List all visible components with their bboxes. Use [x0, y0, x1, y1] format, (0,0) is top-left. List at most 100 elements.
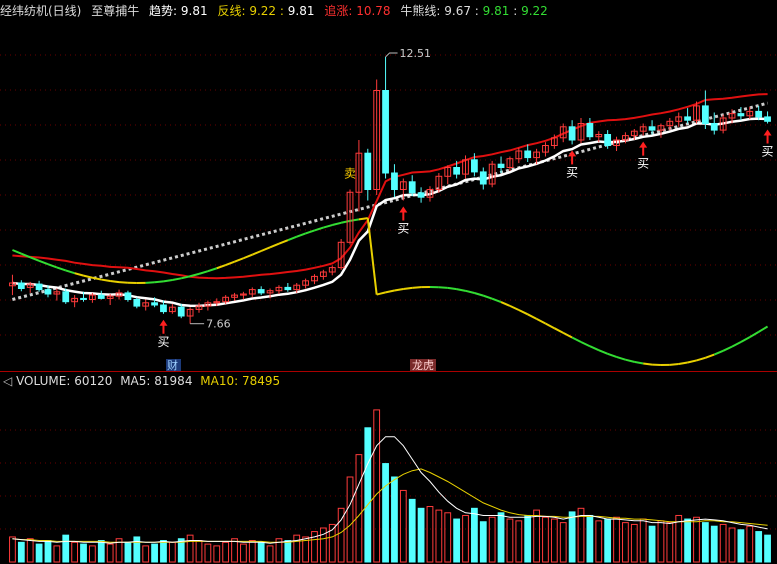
volume-bar	[204, 543, 212, 563]
volume-bar	[755, 531, 763, 563]
volume-bar	[35, 543, 43, 563]
candle-body	[284, 286, 292, 291]
volume-bar	[284, 540, 292, 563]
candle-body	[417, 192, 425, 198]
reverse-line-segment	[385, 289, 395, 294]
volume-bar	[568, 511, 576, 563]
volume-bar	[506, 518, 514, 563]
volume-bar	[142, 545, 150, 563]
reverse-line-segment	[643, 362, 653, 366]
reverse-line-segment	[607, 352, 617, 358]
buy-signal-label: 买	[157, 335, 169, 349]
reverse-line-segment	[269, 242, 280, 249]
reverse-line-segment	[278, 239, 289, 245]
reverse-line-segment	[705, 353, 715, 359]
reverse-line-segment	[296, 232, 306, 238]
candle-body	[124, 292, 132, 300]
reverse-line-segment	[589, 345, 600, 352]
reverse-line-segment	[216, 264, 226, 270]
reverse-line-segment	[758, 325, 769, 333]
candles	[9, 56, 771, 324]
reverse-line-segment	[749, 331, 760, 338]
reverse-line-segment	[518, 309, 529, 316]
volume-bar	[168, 541, 176, 563]
candle-body	[151, 302, 158, 306]
candle-body	[479, 171, 487, 185]
reverse-line-segment	[287, 235, 298, 242]
candle-body	[35, 283, 43, 291]
reverse-line-segment	[181, 275, 191, 280]
volume-bar	[9, 536, 16, 563]
volume-bar	[106, 543, 114, 563]
volume-bar	[133, 536, 141, 563]
candle-body	[701, 105, 709, 125]
reverse-line-segment	[553, 327, 564, 334]
volume-bar	[613, 516, 620, 563]
reverse-line-segment	[527, 313, 538, 320]
volume-bar	[737, 529, 745, 563]
reverse-line-segment	[536, 317, 546, 325]
buy-arrow-icon	[159, 319, 168, 334]
reverse-line-segment	[38, 259, 49, 266]
candle-body	[497, 163, 505, 168]
volume-bar	[719, 523, 727, 563]
reverse-line-segment	[358, 217, 368, 221]
volume-bar	[488, 516, 496, 563]
reverse-line-segment	[669, 362, 679, 366]
buy-signal-label: 买	[637, 157, 649, 171]
volume-bar	[462, 514, 469, 563]
volume-bar	[44, 540, 52, 563]
reverse-line-segment	[465, 289, 475, 294]
reverse-line-segment	[491, 297, 502, 304]
reverse-line-segment	[12, 249, 22, 255]
reverse-line-segment	[154, 280, 164, 284]
volume-bar	[186, 534, 194, 563]
reverse-line-segment	[598, 349, 609, 355]
volume-bar	[666, 522, 674, 563]
volume-bar	[373, 409, 381, 563]
reverse-line-segment	[571, 336, 582, 343]
reverse-line-segment	[376, 291, 386, 296]
volume-bar	[524, 514, 532, 563]
volume-bar	[604, 518, 612, 563]
volume-bar	[160, 540, 167, 563]
reverse-line-segment	[447, 286, 457, 291]
candle-body	[133, 299, 141, 307]
buy-arrow-icon	[399, 206, 408, 221]
candle-body	[391, 172, 398, 190]
volume-bar	[97, 540, 105, 563]
reverse-line-segment	[696, 356, 706, 362]
list-tag: 龙虎	[412, 359, 434, 372]
volume-bar	[746, 525, 754, 563]
buy-signal-label: 买	[397, 222, 409, 236]
reverse-line-segment	[305, 229, 315, 235]
reverse-line-segment	[323, 224, 333, 229]
reverse-line-segment	[580, 341, 591, 348]
candle-body	[648, 126, 656, 131]
volume-bar	[701, 522, 709, 563]
volume-bar	[248, 540, 256, 563]
reverse-line-segment	[56, 266, 67, 272]
candlestick-chart[interactable]: 12.517.66买买买买买卖财 龙虎	[0, 0, 777, 564]
candle-body	[80, 297, 87, 300]
reverse-line-segment	[189, 272, 200, 278]
reverse-line-segment	[145, 281, 155, 284]
reverse-line-segment	[678, 361, 688, 365]
chase-line	[12, 93, 768, 280]
reverse-line-segment	[243, 253, 253, 260]
reverse-line-segment	[740, 336, 751, 343]
buy-arrow-icon	[763, 129, 772, 144]
reverse-line-segment	[83, 274, 93, 279]
candle-body	[471, 159, 478, 173]
buy-signal-label: 买	[566, 165, 578, 179]
candle-body	[160, 304, 167, 313]
reverse-line-segment	[118, 281, 129, 284]
reverse-line-segment	[172, 277, 182, 281]
volume-bar	[471, 507, 478, 563]
volume-bar	[391, 476, 398, 563]
volume-bar	[515, 520, 523, 563]
candle-body	[453, 167, 461, 175]
candle-body	[764, 116, 771, 122]
reverse-line-segment	[474, 292, 484, 297]
volume-bars	[9, 409, 771, 563]
